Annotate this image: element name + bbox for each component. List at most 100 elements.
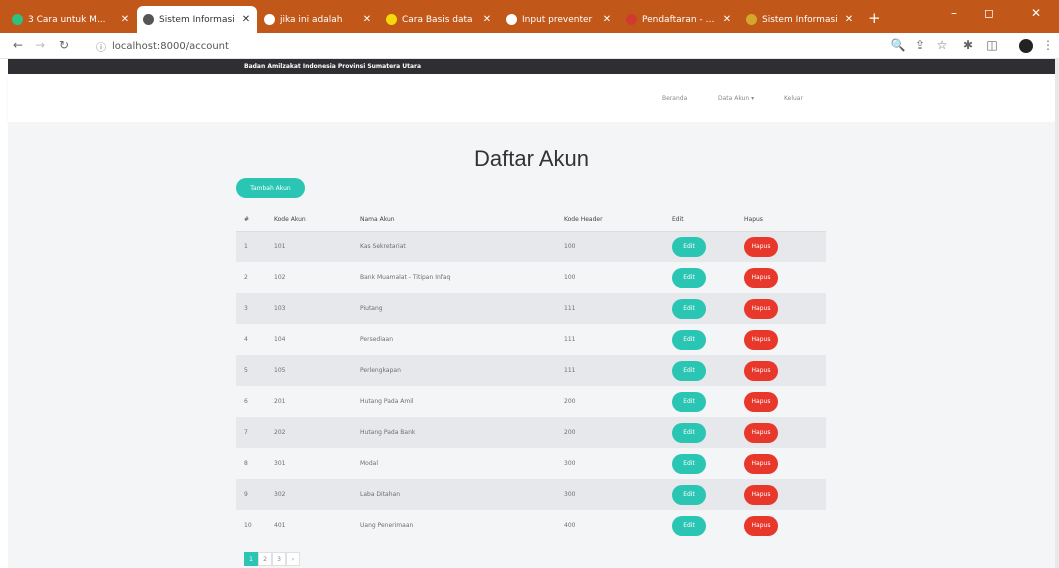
next-page-button[interactable]: › [286, 552, 300, 566]
menu-icon[interactable]: ⋮ [1040, 38, 1056, 52]
edit-button[interactable]: Edit [672, 329, 706, 350]
table-row: 3 103 Piutang 111 Edit Hapus [236, 293, 826, 324]
account-table: # Kode Akun Nama Akun Kode Header Edit H… [236, 208, 826, 541]
cell-kode-header: 100 [564, 243, 576, 251]
cell-kode-akun: 302 [274, 491, 286, 498]
delete-button[interactable]: Hapus [744, 453, 778, 474]
tab-label: Pendaftaran - W... [642, 14, 718, 25]
edit-button[interactable]: Edit [672, 360, 706, 381]
minimize-icon[interactable]: – [940, 6, 968, 20]
edit-button[interactable]: Edit [672, 236, 706, 257]
table-row: 10 401 Uang Penerimaan 400 Edit Hapus [236, 510, 826, 541]
table-row: 6 201 Hutang Pada Amil 200 Edit Hapus [236, 386, 826, 417]
tab-label: Cara Basis data [402, 14, 473, 25]
forward-icon[interactable]: → [32, 38, 48, 52]
page-1-button[interactable]: 1 [244, 552, 258, 566]
cell-number: 9 [244, 491, 248, 498]
nav-home-link[interactable]: Beranda [662, 95, 687, 102]
navbar: Beranda Data Akun ▾ Keluar [8, 74, 1055, 122]
cell-kode-akun: 301 [274, 460, 286, 467]
cell-number: 5 [244, 367, 248, 374]
edit-button[interactable]: Edit [672, 267, 706, 288]
delete-button[interactable]: Hapus [744, 236, 778, 257]
extensions-icon[interactable]: ✱ [960, 38, 976, 52]
browser-tab[interactable]: jika ini adalah ✕ [258, 6, 378, 33]
edit-button[interactable]: Edit [672, 484, 706, 505]
cell-kode-akun: 103 [274, 305, 286, 312]
table-row: 9 302 Laba Ditahan 300 Edit Hapus [236, 479, 826, 510]
info-icon[interactable]: ⓘ [96, 39, 106, 54]
profile-avatar[interactable] [1019, 39, 1033, 53]
maximize-icon[interactable]: ◻ [975, 6, 1003, 20]
close-tab-icon[interactable]: ✕ [120, 14, 130, 25]
close-tab-icon[interactable]: ✕ [602, 14, 612, 25]
tab-label: Sistem Informasi [762, 14, 838, 25]
edit-button[interactable]: Edit [672, 453, 706, 474]
bookmark-star-icon[interactable]: ☆ [934, 38, 950, 52]
browser-toolbar: ← → ↻ ⓘ localhost:8000/account 🔍 ⇪ ☆ ✱ ◫… [0, 33, 1059, 59]
cell-kode-header: 300 [564, 491, 576, 498]
delete-button[interactable]: Hapus [744, 422, 778, 443]
cell-kode-header: 200 [564, 429, 576, 436]
new-tab-icon[interactable]: + [868, 9, 881, 27]
close-tab-icon[interactable]: ✕ [241, 14, 251, 25]
table-header-row: # Kode Akun Nama Akun Kode Header Edit H… [236, 208, 826, 232]
page-3-button[interactable]: 3 [272, 552, 286, 566]
cell-nama-akun: Kas Sekretariat [360, 243, 406, 251]
page-scrollbar[interactable] [1055, 59, 1059, 568]
close-window-icon[interactable]: ✕ [1022, 6, 1050, 20]
side-panel-icon[interactable]: ◫ [984, 38, 1000, 52]
cell-nama-akun: Bank Muamalat - Titipan Infaq [360, 274, 451, 281]
close-tab-icon[interactable]: ✕ [362, 14, 372, 25]
browser-tab[interactable]: Pendaftaran - W... ✕ [620, 6, 738, 33]
browser-tab[interactable]: 3 Cara untuk M... ✕ [6, 6, 136, 33]
page-2-button[interactable]: 2 [258, 552, 272, 566]
page-title: Daftar Akun [474, 146, 589, 171]
header-nama-akun: Nama Akun [352, 208, 556, 232]
delete-button[interactable]: Hapus [744, 391, 778, 412]
cell-kode-akun: 201 [274, 398, 286, 405]
address-bar[interactable]: ⓘ localhost:8000/account [96, 37, 856, 55]
edit-button[interactable]: Edit [672, 298, 706, 319]
delete-button[interactable]: Hapus [744, 329, 778, 350]
close-tab-icon[interactable]: ✕ [844, 14, 854, 25]
back-icon[interactable]: ← [10, 38, 26, 52]
favicon-icon [264, 14, 275, 25]
close-tab-icon[interactable]: ✕ [482, 14, 492, 25]
add-account-button[interactable]: Tambah Akun [236, 178, 305, 198]
cell-nama-akun: Persediaan [360, 336, 394, 343]
favicon-icon [143, 14, 154, 25]
reload-icon[interactable]: ↻ [56, 38, 72, 52]
edit-button[interactable]: Edit [672, 391, 706, 412]
tab-label: Sistem Informasi [159, 14, 235, 25]
edit-button[interactable]: Edit [672, 515, 706, 536]
share-icon[interactable]: ⇪ [912, 38, 928, 52]
delete-button[interactable]: Hapus [744, 267, 778, 288]
delete-button[interactable]: Hapus [744, 515, 778, 536]
browser-tab-bar: 3 Cara untuk M... ✕ Sistem Informasi ✕ j… [0, 0, 1059, 33]
nav-logout-link[interactable]: Keluar [784, 95, 803, 102]
cell-number: 7 [244, 429, 248, 436]
table-row: 7 202 Hutang Pada Bank 200 Edit Hapus [236, 417, 826, 448]
browser-tab[interactable]: Sistem Informasi ✕ [740, 6, 860, 33]
cell-nama-akun: Laba Ditahan [360, 491, 401, 498]
cell-nama-akun: Uang Penerimaan [360, 522, 414, 529]
favicon-icon [746, 14, 757, 25]
delete-button[interactable]: Hapus [744, 360, 778, 381]
cell-nama-akun: Perlengkapan [360, 367, 401, 374]
nav-data-akun-dropdown[interactable]: Data Akun ▾ [718, 95, 754, 102]
cell-kode-akun: 105 [274, 367, 286, 374]
favicon-icon [12, 14, 23, 25]
close-tab-icon[interactable]: ✕ [722, 14, 732, 25]
url-text: localhost:8000/account [112, 40, 229, 52]
delete-button[interactable]: Hapus [744, 298, 778, 319]
edit-button[interactable]: Edit [672, 422, 706, 443]
cell-kode-header: 400 [564, 522, 576, 529]
cell-kode-header: 111 [564, 305, 576, 312]
delete-button[interactable]: Hapus [744, 484, 778, 505]
browser-tab[interactable]: Input preventer ✕ [500, 6, 618, 33]
zoom-icon[interactable]: 🔍 [890, 38, 906, 52]
browser-tab-active[interactable]: Sistem Informasi ✕ [137, 6, 257, 33]
browser-tab[interactable]: Cara Basis data ✕ [380, 6, 498, 33]
cell-kode-header: 300 [564, 460, 576, 467]
